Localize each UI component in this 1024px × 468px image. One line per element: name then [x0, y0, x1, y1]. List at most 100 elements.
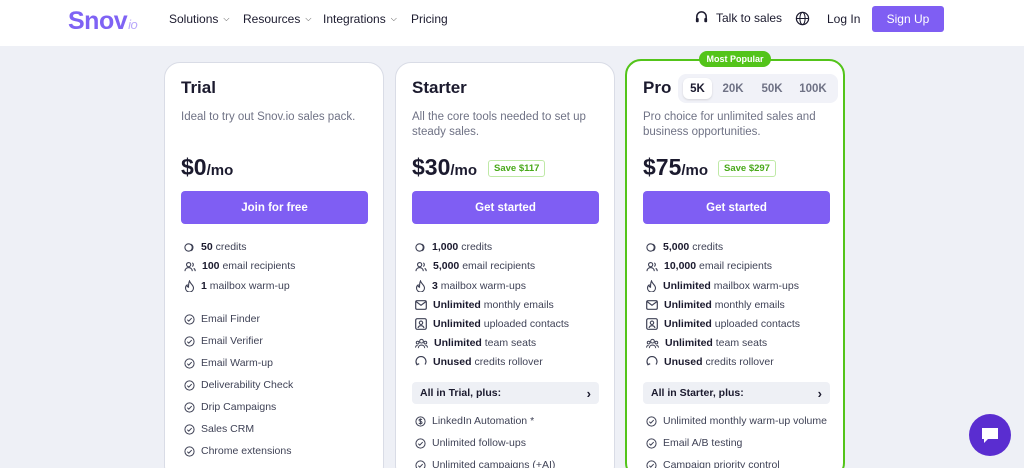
- team-icon: [646, 338, 659, 348]
- limit-value: 3: [432, 280, 438, 292]
- flame-icon: [415, 280, 426, 292]
- limit-seats: Unlimited team seats: [415, 337, 536, 349]
- nav-resources[interactable]: Resources ⌵: [243, 12, 311, 26]
- check-circle-icon: [184, 445, 195, 457]
- nav-pricing-label: Pricing: [411, 12, 448, 26]
- rollover-icon: [415, 356, 427, 366]
- contact-card-icon: [415, 318, 427, 330]
- plan-description-starter: All the core tools needed to set up stea…: [412, 111, 586, 138]
- limit-value: 50: [201, 241, 213, 253]
- feature-item: Unlimited monthly warm-up volume: [646, 415, 827, 427]
- top-nav-bar: Snovio Solutions ⌵ Resources ⌵ Integration…: [0, 0, 1024, 46]
- nav-pricing[interactable]: Pricing: [411, 12, 448, 26]
- limit-value: Unlimited: [434, 337, 482, 349]
- tier-option-20k[interactable]: 20K: [716, 78, 750, 99]
- talk-to-sales-link[interactable]: Talk to sales: [694, 10, 782, 25]
- limit-label: mailbox warm-up: [209, 280, 290, 292]
- login-link[interactable]: Log In: [827, 12, 860, 26]
- save-badge-starter: Save $117: [488, 160, 546, 177]
- limit-label: email recipients: [222, 260, 296, 272]
- feature-item: Chrome extensions: [184, 445, 291, 457]
- price-period: /mo: [681, 162, 709, 179]
- nav-solutions[interactable]: Solutions ⌵: [169, 12, 229, 26]
- snovio-logo[interactable]: Snovio: [68, 7, 138, 36]
- limit-contacts: Unlimited uploaded contacts: [646, 318, 800, 330]
- check-circle-icon: [415, 437, 426, 449]
- contact-card-icon: [646, 318, 658, 330]
- limit-value: 1,000: [432, 241, 459, 253]
- limit-value: 5,000: [663, 241, 690, 253]
- feature-label: Chrome extensions: [201, 445, 292, 457]
- feature-label: Email Verifier: [201, 335, 263, 347]
- limit-seats: Unlimited team seats: [646, 337, 767, 349]
- chevron-right-icon: ›: [586, 385, 591, 401]
- check-circle-icon: [184, 335, 195, 347]
- headset-icon: [695, 11, 708, 23]
- feature-label: Deliverability Check: [201, 379, 294, 391]
- feature-item: Drip Campaigns: [184, 401, 276, 413]
- all-in-starter-plus-toggle[interactable]: All in Starter, plus: ›: [643, 382, 830, 404]
- limit-value: Unlimited: [664, 299, 712, 311]
- price-trial: $0/mo: [181, 154, 233, 181]
- feature-item: Campaign priority control: [646, 459, 780, 468]
- dollar-circle-icon: [415, 415, 426, 427]
- nav-solutions-label: Solutions: [169, 12, 219, 26]
- plan-name-pro: Pro: [643, 78, 672, 97]
- price-period: /mo: [206, 162, 234, 179]
- get-started-button-pro[interactable]: Get started: [643, 191, 830, 224]
- limit-label: monthly emails: [714, 299, 785, 311]
- globe-icon[interactable]: [795, 11, 810, 26]
- flame-icon: [184, 280, 195, 292]
- all-in-trial-plus-toggle[interactable]: All in Trial, plus: ›: [412, 382, 599, 404]
- coins-icon: [646, 242, 656, 252]
- limit-label: email recipients: [699, 260, 772, 272]
- join-for-free-button[interactable]: Join for free: [181, 191, 368, 224]
- get-started-button-starter[interactable]: Get started: [412, 191, 599, 224]
- limit-value: Unused: [433, 356, 472, 368]
- limit-warmup: Unlimited mailbox warm-ups: [646, 280, 799, 292]
- signup-button[interactable]: Sign Up: [872, 6, 944, 32]
- check-circle-icon: [184, 379, 195, 391]
- nav-integrations[interactable]: Integrations ⌵: [323, 12, 397, 26]
- plus-label: All in Starter, plus:: [651, 387, 744, 399]
- feature-item: Unlimited campaigns (+AI): [415, 459, 555, 468]
- limit-credits: 5,000 credits: [646, 241, 723, 253]
- chevron-down-icon: ⌵: [223, 14, 230, 23]
- tier-option-50k[interactable]: 50K: [755, 78, 789, 99]
- chat-bubble-icon: [982, 428, 998, 443]
- check-circle-icon: [184, 313, 195, 325]
- limit-value: 100: [202, 260, 220, 272]
- chevron-down-icon: ⌵: [305, 14, 312, 23]
- plan-name-starter: Starter: [412, 78, 467, 97]
- logo-text: Snov: [68, 7, 128, 35]
- check-circle-icon: [646, 415, 657, 427]
- check-circle-icon: [184, 357, 195, 369]
- limit-label: email recipients: [462, 260, 536, 272]
- logo-suffix: io: [128, 17, 138, 32]
- tier-option-100k[interactable]: 100K: [794, 78, 832, 99]
- limit-credits: 1,000 credits: [415, 241, 492, 253]
- feature-item: Email Warm-up: [184, 357, 273, 369]
- rollover-icon: [646, 356, 658, 366]
- plan-description-trial: Ideal to try out Snov.io sales pack.: [181, 111, 356, 123]
- limit-credits: 50 credits: [184, 241, 247, 253]
- chat-widget-button[interactable]: [969, 414, 1011, 456]
- users-icon: [415, 261, 427, 271]
- limit-value: Unlimited: [433, 299, 481, 311]
- flame-icon: [646, 280, 657, 292]
- users-icon: [646, 261, 658, 271]
- chevron-right-icon: ›: [817, 385, 822, 401]
- feature-item: Deliverability Check: [184, 379, 293, 391]
- limit-value: Unlimited: [663, 280, 711, 292]
- check-circle-icon: [646, 437, 657, 449]
- feature-item: Email A/B testing: [646, 437, 742, 449]
- tier-option-5k[interactable]: 5K: [683, 78, 712, 99]
- limit-emails: Unlimited monthly emails: [646, 299, 785, 311]
- limit-label: monthly emails: [483, 299, 554, 311]
- feature-label: Unlimited follow-ups: [432, 437, 526, 449]
- pro-tier-selector: 5K 20K 50K 100K: [678, 74, 838, 103]
- feature-item: Unlimited follow-ups: [415, 437, 526, 449]
- limit-value: Unused: [664, 356, 703, 368]
- price-amount: $0: [181, 154, 207, 180]
- feature-label: Email A/B testing: [663, 437, 743, 449]
